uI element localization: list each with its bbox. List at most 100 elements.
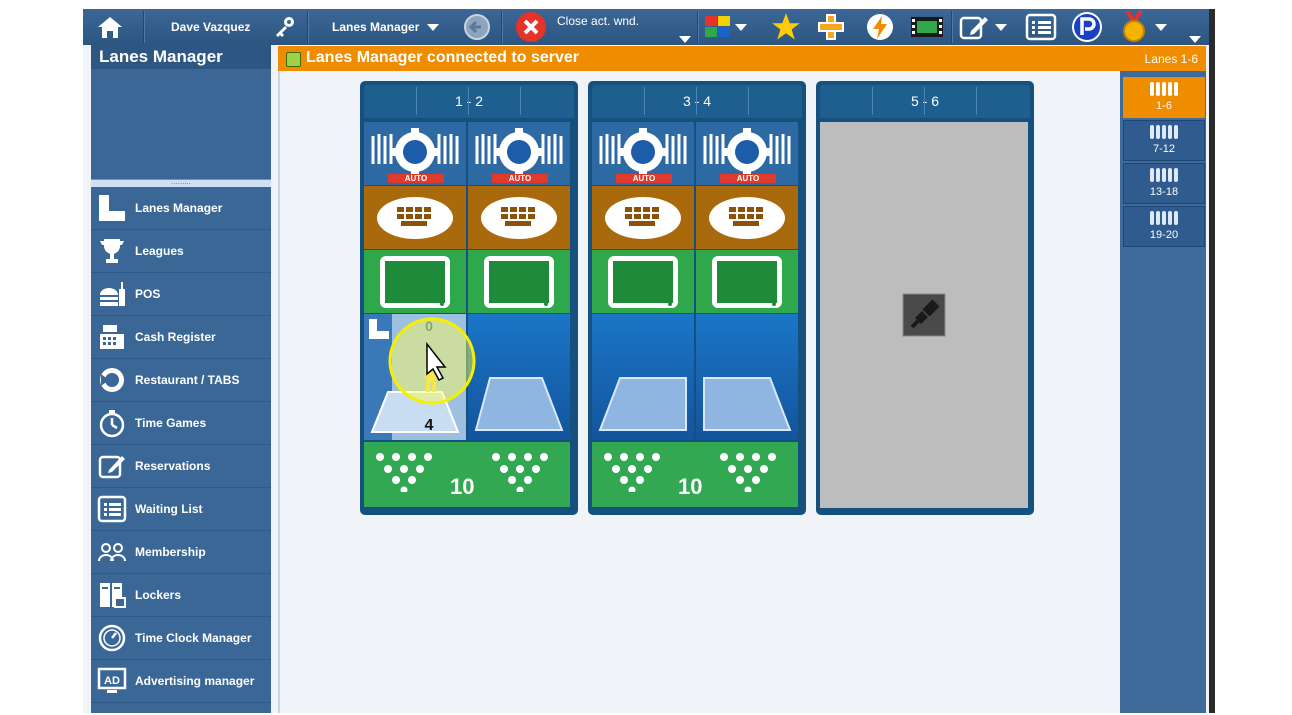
sidebar-item-label: POS bbox=[135, 287, 161, 301]
chevron-down-icon bbox=[679, 35, 691, 43]
sidebar-item-time-clock-manager[interactable]: Time Clock Manager bbox=[91, 617, 271, 660]
sidebar-item-leagues[interactable]: Leagues bbox=[91, 230, 271, 273]
keyboard-icon bbox=[481, 196, 557, 239]
lane-2-monitor-button[interactable] bbox=[468, 250, 570, 313]
chevron-down-icon bbox=[995, 23, 1007, 31]
lanes-1-2-pins-button[interactable]: 10 bbox=[364, 442, 570, 507]
close-label: Close act. wnd. bbox=[557, 14, 640, 28]
lane-1-monitor-button[interactable] bbox=[364, 250, 466, 313]
pin-count: 10 bbox=[450, 474, 475, 499]
lane-3-keyboard-button[interactable] bbox=[592, 186, 694, 249]
lane-3-auto-mode-button[interactable]: AUTO bbox=[592, 122, 694, 185]
window-edge bbox=[1209, 9, 1215, 713]
lane-perspective-icon bbox=[703, 377, 792, 431]
close-active-window-button[interactable]: Close act. wnd. bbox=[515, 9, 639, 45]
sidebar-item-waiting-list[interactable]: Waiting List bbox=[91, 488, 271, 531]
lanes-5-6-offline-panel[interactable] bbox=[820, 122, 1028, 508]
sidebar-item-label: Cash Register bbox=[135, 330, 216, 344]
edit-menu-button[interactable] bbox=[959, 9, 1007, 45]
lane-group-label: 7-12 bbox=[1152, 143, 1176, 155]
lane-1-auto-mode-button[interactable]: AUTO bbox=[364, 122, 466, 185]
parking-button[interactable] bbox=[1071, 9, 1103, 45]
lane-1-keyboard-button[interactable] bbox=[364, 186, 466, 249]
add-cross-icon bbox=[818, 14, 844, 40]
module-select-value: Lanes Manager bbox=[332, 20, 420, 34]
sidebar-empty-area bbox=[91, 69, 271, 179]
lane-pair-header[interactable]: 3 - 4 bbox=[592, 85, 802, 118]
lane-3-status[interactable] bbox=[592, 314, 694, 440]
pins-icon bbox=[1150, 168, 1178, 182]
home-button[interactable] bbox=[97, 9, 137, 45]
list-view-button[interactable] bbox=[1025, 9, 1057, 45]
monitor-icon bbox=[608, 255, 678, 308]
keyboard-icon bbox=[605, 196, 681, 239]
sidebar-item-lockers[interactable]: Lockers bbox=[91, 574, 271, 617]
application-window: Dave Vazquez Lanes Manager Close act. wn bbox=[83, 9, 1209, 713]
list-icon bbox=[1025, 13, 1057, 41]
lane-pair-5-6: 5 - 6 bbox=[816, 81, 1034, 515]
sidebar-item-cash-register[interactable]: Cash Register bbox=[91, 316, 271, 359]
sidebar-item-lanes-manager[interactable]: Lanes Manager bbox=[91, 187, 271, 230]
film-button[interactable] bbox=[911, 9, 943, 45]
keyboard-icon bbox=[709, 196, 785, 239]
color-palette-button[interactable] bbox=[705, 9, 747, 45]
pinsetter-gear-icon bbox=[371, 127, 459, 176]
awards-button[interactable] bbox=[1119, 9, 1167, 45]
lane-2-keyboard-button[interactable] bbox=[468, 186, 570, 249]
sidebar-item-reservations[interactable]: Reservations bbox=[91, 445, 271, 488]
lane-pair-header[interactable]: 5 - 6 bbox=[820, 85, 1030, 118]
lane-group-button[interactable]: 1-6 bbox=[1123, 77, 1205, 118]
pins-icon bbox=[604, 453, 660, 492]
lane-pair-3-4: 3 - 4 AUTO AUTO bbox=[588, 81, 806, 515]
lane-1-score-bottom: 4 bbox=[424, 417, 434, 434]
lanes-panel: 1 - 2 AUTO AUTO bbox=[278, 71, 1122, 713]
sidebar-item-membership[interactable]: Membership bbox=[91, 531, 271, 574]
chevron-down-icon bbox=[735, 23, 747, 31]
lane-4-keyboard-button[interactable] bbox=[696, 186, 798, 249]
back-arrow-icon bbox=[464, 14, 490, 40]
monitor-icon bbox=[712, 255, 782, 308]
auto-mode-tag: AUTO bbox=[720, 174, 776, 183]
sidebar-item-restaurant-tabs[interactable]: Restaurant / TABS bbox=[91, 359, 271, 402]
lockers-icon bbox=[95, 578, 129, 612]
sidebar-item-time-games[interactable]: Time Games bbox=[91, 402, 271, 445]
lane-2-status[interactable] bbox=[468, 314, 570, 440]
lane-3-monitor-button[interactable] bbox=[592, 250, 694, 313]
key-button[interactable] bbox=[273, 9, 297, 45]
lane-pair-1-2: 1 - 2 AUTO AUTO bbox=[360, 81, 578, 515]
lane-4-monitor-button[interactable] bbox=[696, 250, 798, 313]
auto-mode-tag: AUTO bbox=[616, 174, 672, 183]
lane-4-status[interactable] bbox=[696, 314, 798, 440]
sidebar-item-label: Lockers bbox=[135, 588, 182, 602]
lane-group-label: 13-18 bbox=[1149, 186, 1179, 198]
sidebar-item-pos[interactable]: POS bbox=[91, 273, 271, 316]
auto-mode-tag: AUTO bbox=[492, 174, 548, 183]
lane-4-auto-mode-button[interactable]: AUTO bbox=[696, 122, 798, 185]
cash-register-icon bbox=[95, 320, 129, 354]
lane-group-button[interactable]: 19-20 bbox=[1123, 206, 1205, 247]
module-select[interactable]: Lanes Manager bbox=[332, 9, 440, 45]
medal-icon bbox=[1123, 11, 1145, 42]
key-icon bbox=[276, 17, 294, 37]
stopwatch-icon bbox=[95, 406, 129, 440]
quick-action-button[interactable] bbox=[865, 9, 895, 45]
star-icon bbox=[772, 13, 800, 40]
back-button[interactable] bbox=[463, 9, 491, 45]
lane-2-auto-mode-button[interactable]: AUTO bbox=[468, 122, 570, 185]
monitor-icon bbox=[380, 255, 450, 308]
sidebar-item-advertising-manager[interactable]: AD Advertising manager bbox=[91, 660, 271, 703]
home-icon bbox=[98, 17, 122, 38]
edit-note-icon bbox=[959, 16, 988, 40]
favorites-button[interactable] bbox=[771, 9, 801, 45]
lane-pair-header[interactable]: 1 - 2 bbox=[364, 85, 574, 118]
sidebar-item-label: Reservations bbox=[135, 459, 211, 473]
add-item-button[interactable] bbox=[817, 9, 845, 45]
reservation-pencil-icon bbox=[95, 449, 129, 483]
sidebar-item-label: Leagues bbox=[135, 244, 184, 258]
lane-group-button[interactable]: 13-18 bbox=[1123, 163, 1205, 204]
lane-group-button[interactable]: 7-12 bbox=[1123, 120, 1205, 161]
svg-text:AD: AD bbox=[104, 675, 120, 687]
sidebar-resize-grip[interactable]: ......... bbox=[91, 178, 271, 187]
lanes-3-4-pins-button[interactable]: 10 bbox=[592, 442, 798, 507]
sidebar-item-label: Time Games bbox=[135, 416, 207, 430]
